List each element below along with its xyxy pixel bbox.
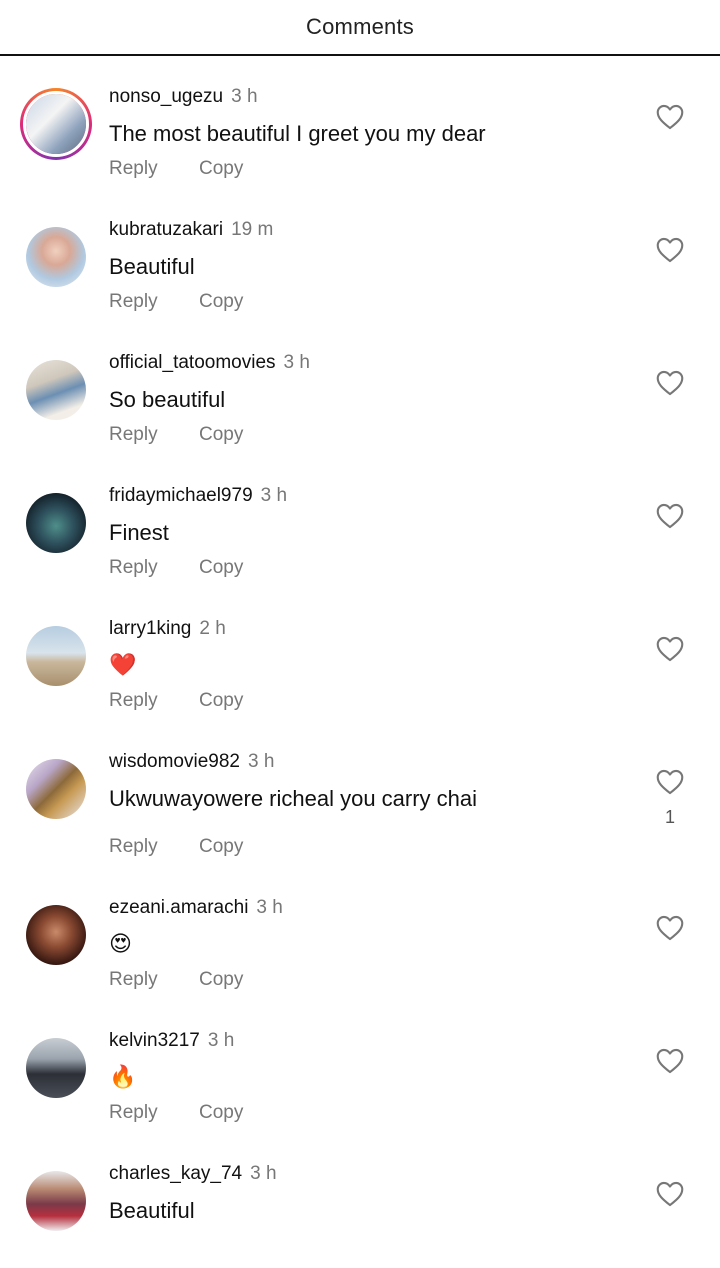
avatar[interactable] — [26, 759, 86, 819]
avatar[interactable] — [20, 88, 92, 160]
heart-icon[interactable] — [656, 237, 684, 263]
reply-button[interactable]: Reply — [109, 557, 199, 579]
copy-button[interactable]: Copy — [199, 969, 243, 991]
comments-header: Comments — [0, 0, 720, 56]
reply-button[interactable]: Reply — [109, 836, 199, 858]
comment-item: wisdomovie982 3 h Ukwuwayowere richeal yo… — [0, 723, 720, 869]
avatar[interactable] — [26, 1171, 86, 1231]
comment-text: Beautiful — [109, 254, 195, 279]
copy-button[interactable]: Copy — [199, 690, 243, 712]
reply-button[interactable]: Reply — [109, 690, 199, 712]
avatar[interactable] — [26, 626, 86, 686]
comment-text: 🔥 — [109, 1065, 137, 1090]
comment-username[interactable]: kelvin3217 — [109, 1030, 200, 1051]
comment-username[interactable]: charles_kay_74 — [109, 1163, 242, 1184]
comment-username[interactable]: larry1king — [109, 618, 191, 639]
avatar[interactable] — [26, 493, 86, 553]
reply-button[interactable]: Reply — [109, 969, 199, 991]
comment-username[interactable]: kubratuzakari — [109, 219, 223, 240]
reply-button[interactable]: Reply — [109, 291, 199, 313]
comment-time: 3 h — [256, 897, 283, 918]
comment-item: larry1king 2 h ❤️ Reply Copy — [0, 590, 720, 723]
comment-username[interactable]: wisdomovie982 — [109, 751, 240, 772]
comment-time: 3 h — [207, 1030, 235, 1051]
heart-icon[interactable] — [656, 1048, 684, 1074]
heart-icon[interactable] — [656, 370, 684, 396]
comment-item: fridaymichael979 3 h Finest Reply Copy — [0, 457, 720, 590]
comment-text: ❤️ — [109, 653, 137, 678]
comment-item: ezeani.amarachi 3 h 😍 Reply Copy — [0, 869, 720, 1002]
avatar[interactable] — [26, 905, 86, 965]
comment-time: 3 h — [283, 352, 310, 373]
comment-time: 3 h — [250, 1163, 277, 1184]
comment-item: nonso_ugezu 3 h The most beautiful I gree… — [0, 58, 720, 191]
heart-icon[interactable] — [656, 915, 684, 941]
reply-button[interactable]: Reply — [109, 158, 199, 180]
comment-username[interactable]: fridaymichael979 — [109, 485, 253, 506]
heart-icon[interactable] — [656, 104, 684, 130]
comment-text: Ukwuwayowere richeal you carry chai — [109, 786, 478, 811]
heart-icon[interactable] — [656, 1181, 684, 1207]
heart-icon[interactable] — [656, 769, 684, 795]
comment-text: So beautiful — [109, 387, 226, 412]
comment-item: kelvin3217 3 h 🔥 Reply Copy — [0, 1002, 720, 1135]
copy-button[interactable]: Copy — [199, 836, 243, 858]
comment-list[interactable]: nonso_ugezu 3 h The most beautiful I gree… — [0, 58, 720, 1268]
comment-time: 3 h — [260, 485, 288, 506]
avatar[interactable] — [26, 360, 86, 420]
comment-username[interactable]: ezeani.amarachi — [109, 897, 248, 918]
copy-button[interactable]: Copy — [199, 424, 243, 446]
comment-username[interactable]: nonso_ugezu — [109, 86, 223, 107]
comment-item: charles_kay_74 3 h Beautiful — [0, 1135, 720, 1268]
comment-time: 3 h — [247, 751, 275, 772]
copy-button[interactable]: Copy — [199, 557, 243, 579]
copy-button[interactable]: Copy — [199, 1102, 243, 1124]
copy-button[interactable]: Copy — [199, 158, 243, 180]
copy-button[interactable]: Copy — [199, 291, 243, 313]
like-count[interactable]: 1 — [656, 807, 684, 828]
comment-text: Finest — [109, 520, 169, 545]
comment-item: official_tatoomovies 3 h So beautiful Rep… — [0, 324, 720, 457]
heart-icon[interactable] — [656, 503, 684, 529]
comment-text: The most beautiful I greet you my dear — [109, 121, 486, 146]
page-title: Comments — [306, 14, 414, 39]
comment-username[interactable]: official_tatoomovies — [109, 352, 276, 373]
comment-time: 2 h — [199, 618, 226, 639]
comment-item: kubratuzakari 19 m Beautiful Reply Copy — [0, 191, 720, 324]
reply-button[interactable]: Reply — [109, 1102, 199, 1124]
comment-time: 3 h — [231, 86, 258, 107]
comment-text: 😍 — [109, 932, 132, 957]
avatar[interactable] — [26, 227, 86, 287]
avatar[interactable] — [26, 1038, 86, 1098]
heart-icon[interactable] — [656, 636, 684, 662]
comment-time: 19 m — [231, 219, 274, 240]
reply-button[interactable]: Reply — [109, 424, 199, 446]
comment-text: Beautiful — [109, 1198, 195, 1223]
